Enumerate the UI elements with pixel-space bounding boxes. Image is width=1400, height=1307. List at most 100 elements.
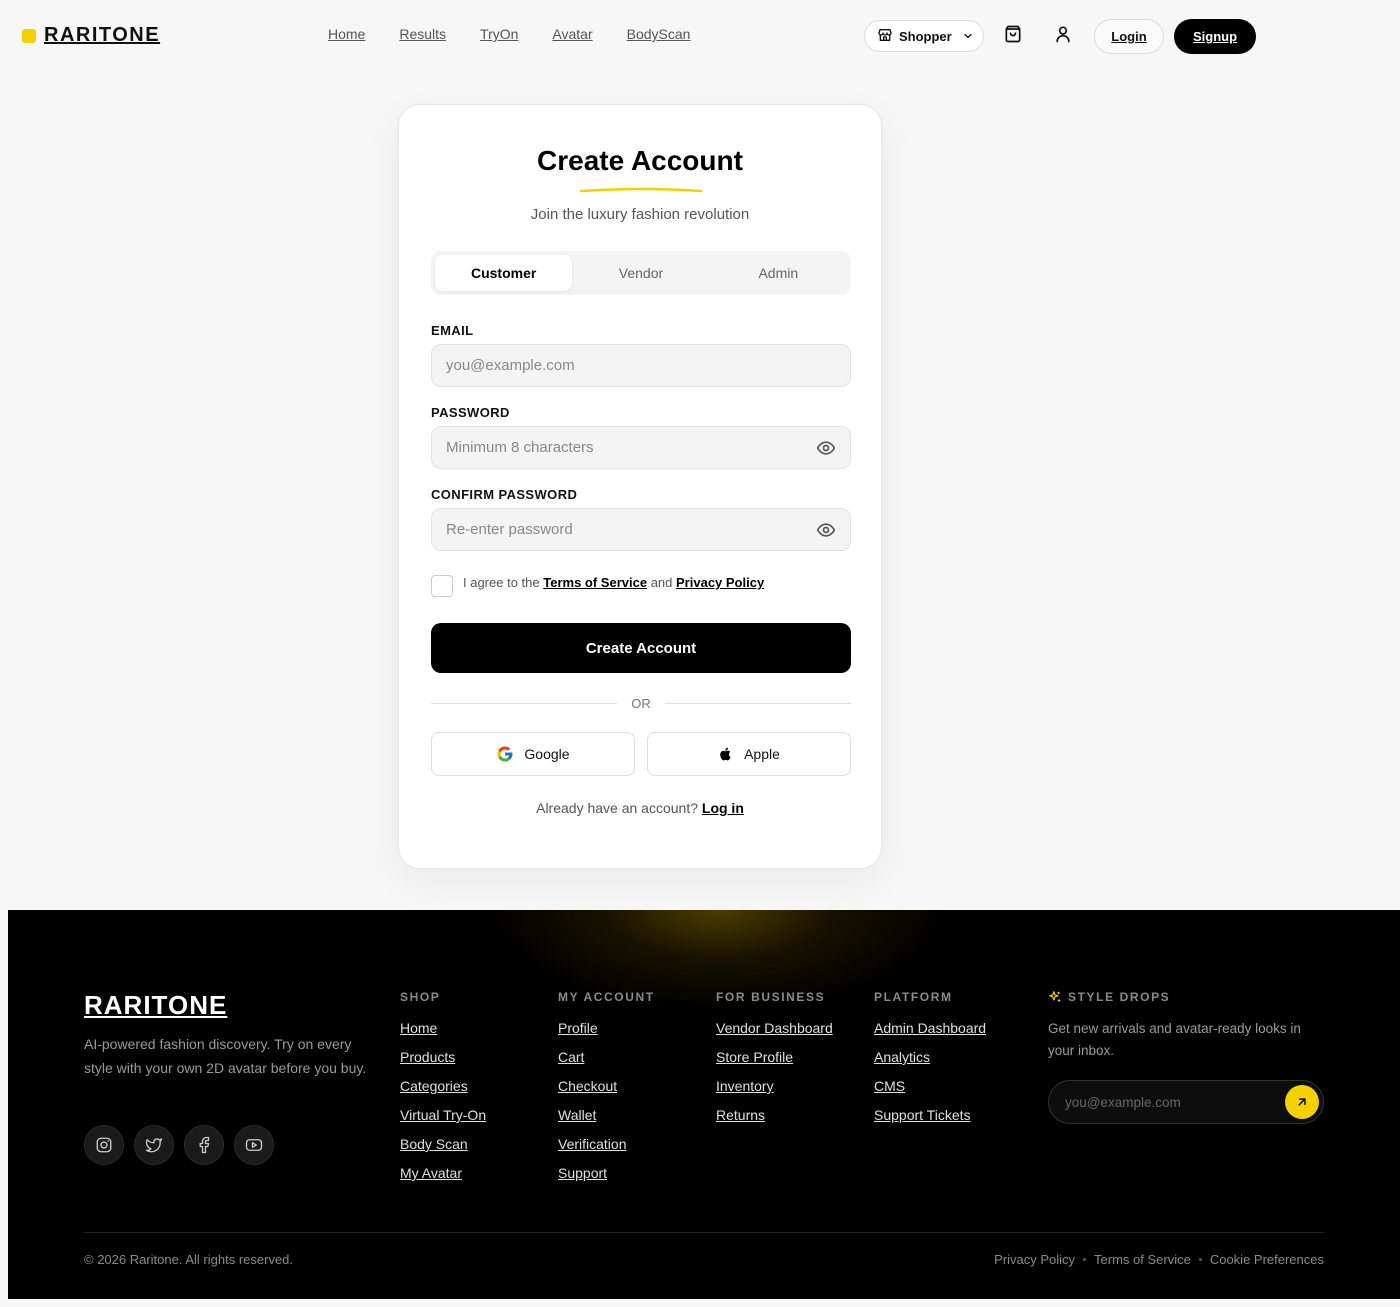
agree-and: and [650,575,673,590]
legal-link-terms[interactable]: Terms of Service [1094,1252,1191,1267]
legal-link-cookies[interactable]: Cookie Preferences [1210,1252,1324,1267]
email-label: EMAIL [431,323,474,338]
eye-icon[interactable] [816,520,836,540]
footer-link-checkout[interactable]: Checkout [558,1078,655,1094]
apple-icon [718,746,734,762]
nav-tryon[interactable]: TryOn [480,26,518,42]
tab-admin[interactable]: Admin [710,255,847,291]
terms-agreement: I agree to the Terms of Service and Priv… [431,575,764,597]
nav-bodyscan[interactable]: BodyScan [627,26,691,42]
footer-link-products[interactable]: Products [400,1049,486,1065]
footer-brand[interactable]: RARITONE [84,990,227,1021]
account-button[interactable] [1051,24,1075,48]
footer-column-my-account: MY ACCOUNT Profile Cart Checkout Wallet … [558,990,655,1194]
chevron-down-icon [962,30,974,42]
newsletter-email-input[interactable] [1065,1094,1285,1110]
footer-link-my-avatar[interactable]: My Avatar [400,1165,486,1181]
shopping-bag-icon [1003,24,1023,49]
newsletter-description: Get new arrivals and avatar-ready looks … [1048,1021,1301,1058]
footer-link-admin-dashboard[interactable]: Admin Dashboard [874,1020,986,1036]
column-title: SHOP [400,990,441,1004]
signup-button[interactable]: Signup [1174,19,1256,54]
tab-customer[interactable]: Customer [435,255,573,291]
footer-link-vendor-dashboard[interactable]: Vendor Dashboard [716,1020,833,1036]
footer-link-support-tickets[interactable]: Support Tickets [874,1107,986,1123]
nav-home[interactable]: Home [328,26,365,42]
password-label: PASSWORD [431,405,510,420]
main-nav: Home Results TryOn Avatar BodyScan [328,26,690,42]
footer-link-returns[interactable]: Returns [716,1107,833,1123]
apple-label: Apple [744,746,780,762]
nav-results[interactable]: Results [399,26,446,42]
instagram-icon[interactable] [84,1125,124,1165]
newsletter-submit-button[interactable] [1285,1085,1319,1119]
arrow-up-right-icon [1295,1095,1309,1109]
role-select[interactable]: Shopper [864,20,984,52]
site-footer: RARITONE AI-powered fashion discovery. T… [8,910,1400,1299]
user-icon [1053,24,1073,49]
brand-name[interactable]: RARITONE [44,24,160,47]
login-button[interactable]: Login [1094,19,1164,54]
terms-checkbox[interactable] [431,575,453,597]
brand-logo[interactable]: RARITONE [22,24,160,47]
footer-link-virtual-tryon[interactable]: Virtual Try-On [400,1107,486,1123]
email-field[interactable] [431,344,851,387]
footer-column-shop: SHOP Home Products Categories Virtual Tr… [400,990,486,1194]
newsletter-title-text: STYLE DROPS [1068,990,1171,1004]
google-label: Google [524,746,570,762]
footer-link-body-scan[interactable]: Body Scan [400,1136,486,1152]
email-input[interactable] [446,357,836,374]
twitter-icon[interactable] [134,1125,174,1165]
login-link[interactable]: Log in [702,800,744,816]
cart-button[interactable] [1001,24,1025,48]
footer-link-verification[interactable]: Verification [558,1136,655,1152]
login-prompt: Already have an account? Log in [399,800,881,816]
facebook-icon[interactable] [184,1125,224,1165]
google-icon [496,745,514,763]
privacy-link[interactable]: Privacy Policy [676,575,764,590]
column-title: FOR BUSINESS [716,990,826,1004]
card-title: Create Account [537,145,743,176]
tab-vendor[interactable]: Vendor [572,255,709,291]
footer-link-store-profile[interactable]: Store Profile [716,1049,833,1065]
footer-link-analytics[interactable]: Analytics [874,1049,986,1065]
footer-column-for-business: FOR BUSINESS Vendor Dashboard Store Prof… [716,990,833,1136]
footer-link-inventory[interactable]: Inventory [716,1078,833,1094]
password-input[interactable] [446,439,816,456]
divider-line [664,703,851,704]
card-subtitle: Join the luxury fashion revolution [530,206,750,223]
agree-prefix: I agree to the [463,575,540,590]
account-type-tabs: Customer Vendor Admin [431,251,851,295]
footer-link-support[interactable]: Support [558,1165,655,1181]
footer-link-categories[interactable]: Categories [400,1078,486,1094]
youtube-icon[interactable] [234,1125,274,1165]
terms-text: I agree to the Terms of Service and Priv… [463,575,764,590]
sparkle-icon [1048,990,1062,1004]
apple-signin-button[interactable]: Apple [647,732,851,776]
footer-link-home[interactable]: Home [400,1020,486,1036]
footer-link-wallet[interactable]: Wallet [558,1107,655,1123]
column-title: PLATFORM [874,990,953,1004]
footer-link-cms[interactable]: CMS [874,1078,986,1094]
title-underline-decoration [579,187,703,193]
newsletter-field[interactable] [1048,1080,1324,1124]
brand-dot-icon [22,28,36,43]
confirm-password-input[interactable] [446,521,816,538]
footer-link-profile[interactable]: Profile [558,1020,655,1036]
confirm-password-field[interactable] [431,508,851,551]
create-account-button[interactable]: Create Account [431,623,851,673]
google-signin-button[interactable]: Google [431,732,635,776]
legal-link-privacy[interactable]: Privacy Policy [994,1252,1075,1267]
store-icon [877,27,893,46]
signup-card: Create Account Join the luxury fashion r… [398,104,882,869]
terms-link[interactable]: Terms of Service [543,575,647,590]
copyright: © 2026 Raritone. All rights reserved. [84,1252,294,1267]
eye-icon[interactable] [816,438,836,458]
password-field[interactable] [431,426,851,469]
social-links [84,1125,274,1165]
separator-dot [1198,1258,1202,1261]
newsletter-section: STYLE DROPS Get new arrivals and avatar-… [1048,990,1324,1124]
footer-divider [84,1232,1324,1233]
footer-link-cart[interactable]: Cart [558,1049,655,1065]
nav-avatar[interactable]: Avatar [552,26,592,42]
